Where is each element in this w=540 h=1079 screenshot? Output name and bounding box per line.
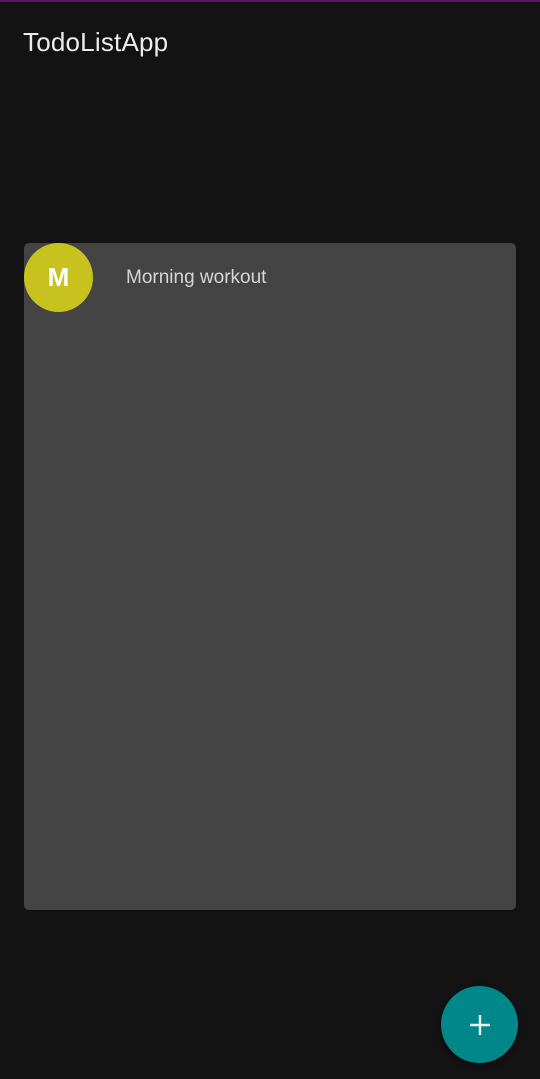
add-todo-button[interactable]: [441, 986, 518, 1063]
todo-card[interactable]: M Morning workout: [24, 243, 516, 910]
todo-title: Morning workout: [126, 267, 267, 288]
todo-avatar: M: [24, 243, 93, 312]
app-bar: TodoListApp: [0, 2, 540, 80]
plus-icon: [469, 1014, 490, 1035]
app-title: TodoListApp: [23, 27, 169, 57]
